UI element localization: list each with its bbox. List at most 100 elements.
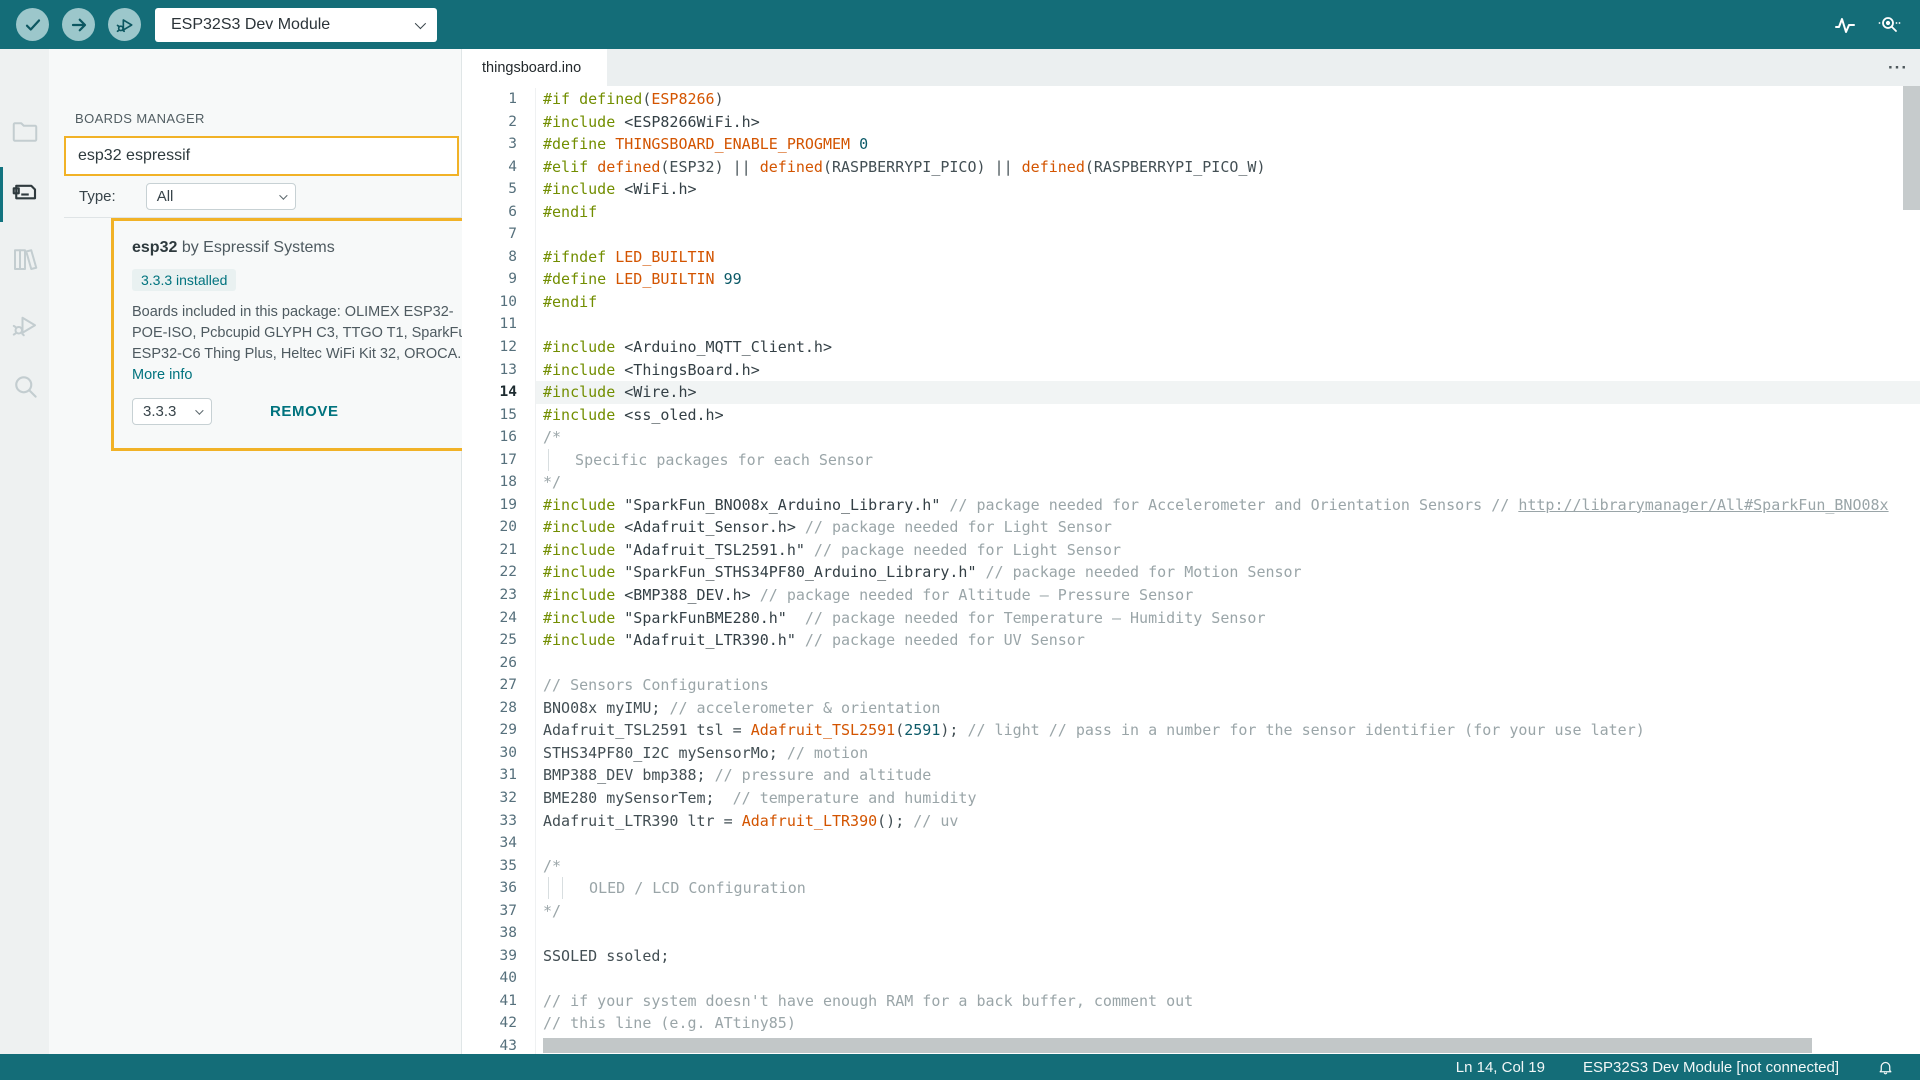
code-line[interactable]: 15 #include <ss_oled.h> xyxy=(462,403,1920,427)
type-filter-dropdown[interactable]: All xyxy=(145,183,296,210)
horizontal-scrollbar-thumb[interactable] xyxy=(543,1038,1812,1053)
code-line[interactable]: 18 */ xyxy=(462,471,1920,494)
code-line-text: #include "Adafruit_LTR390.h" // package … xyxy=(535,629,1920,652)
vertical-scrollbar-thumb[interactable] xyxy=(1903,86,1920,210)
code-line[interactable]: 36 OLED / LCD Configuration xyxy=(462,877,1920,900)
code-line[interactable]: 3 #define THINGSBOARD_ENABLE_PROGMEM 0 xyxy=(462,133,1920,156)
search-icon xyxy=(14,376,37,398)
tab-more-actions-button[interactable]: ··· xyxy=(1888,49,1908,86)
line-number: 17 xyxy=(499,451,517,468)
code-line[interactable]: 24 #include "SparkFunBME280.h" // package… xyxy=(462,606,1920,630)
code-line[interactable]: 1 #if defined(ESP8266) xyxy=(462,88,1920,111)
code-line[interactable]: 17 Specific packages for each Sensor xyxy=(462,448,1920,472)
serial-plotter-button[interactable] xyxy=(1832,12,1858,38)
code-line[interactable]: 26 xyxy=(462,651,1920,675)
code-line-text: #include <ss_oled.h> xyxy=(535,403,1920,427)
code-line-text: #include <Arduino_MQTT_Client.h> xyxy=(535,336,1920,359)
code-line[interactable]: 25 #include "Adafruit_LTR390.h" // packag… xyxy=(462,629,1920,652)
cursor-position[interactable]: Ln 14, Col 19 xyxy=(1456,1059,1545,1076)
line-number: 9 xyxy=(508,271,517,288)
line-number: 37 xyxy=(499,902,517,919)
board-package-card: esp32 by Espressif Systems 3.3.3 install… xyxy=(111,218,508,451)
code-line[interactable]: 28 BNO08x myIMU; // accelerometer & orien… xyxy=(462,696,1920,720)
code-line[interactable]: 10 #endif xyxy=(462,290,1920,314)
code-line[interactable]: 5 #include <WiFi.h> xyxy=(462,178,1920,201)
line-number: 26 xyxy=(499,654,517,671)
code-line[interactable]: 37 */ xyxy=(462,899,1920,923)
code-line[interactable]: 19 #include "SparkFun_BNO08x_Arduino_Libr… xyxy=(462,493,1920,517)
sidebar-item-boards-manager[interactable] xyxy=(0,177,49,207)
code-line[interactable]: 23 #include <BMP388_DEV.h> // package nee… xyxy=(462,584,1920,607)
code-line-text: #include <BMP388_DEV.h> // package neede… xyxy=(535,584,1920,607)
code-line-text: BME280 mySensorTem; // temperature and h… xyxy=(535,786,1920,810)
line-number: 29 xyxy=(499,722,517,739)
verify-button[interactable] xyxy=(16,8,49,41)
library-manager-link[interactable]: http://librarymanager/All#SparkFun_BNO08… xyxy=(1518,496,1888,514)
code-line[interactable]: 29 Adafruit_TSL2591 tsl = Adafruit_TSL259… xyxy=(462,719,1920,742)
code-line[interactable]: 27 // Sensors Configurations xyxy=(462,674,1920,697)
code-line[interactable]: 39 SSOLED ssoled; xyxy=(462,944,1920,968)
code-line[interactable]: 14 #include <Wire.h> xyxy=(462,381,1920,404)
code-line-text: #elif defined(ESP32) || defined(RASPBERR… xyxy=(535,155,1920,179)
code-line[interactable]: 20 #include <Adafruit_Sensor.h> // packag… xyxy=(462,516,1920,539)
code-line-text xyxy=(535,313,1920,337)
code-line[interactable]: 8 #ifndef LED_BUILTIN xyxy=(462,245,1920,269)
code-line-text: BMP388_DEV bmp388; // pressure and altit… xyxy=(535,764,1920,787)
line-number: 11 xyxy=(499,316,517,333)
code-line[interactable]: 40 xyxy=(462,967,1920,990)
code-line[interactable]: 22 #include "SparkFun_STHS34PF80_Arduino_… xyxy=(462,561,1920,585)
sidebar-item-sketchbook[interactable] xyxy=(0,117,49,147)
code-line[interactable]: 31 BMP388_DEV bmp388; // pressure and alt… xyxy=(462,764,1920,787)
boards-chip-icon xyxy=(12,184,36,200)
debug-button[interactable] xyxy=(108,8,141,41)
code-line[interactable]: 34 xyxy=(462,832,1920,855)
code-line[interactable]: 6 #endif xyxy=(462,200,1920,224)
serial-monitor-button[interactable] xyxy=(1876,12,1902,38)
code-line[interactable]: 7 xyxy=(462,223,1920,246)
line-number: 35 xyxy=(499,857,517,874)
code-line-text: Adafruit_TSL2591 tsl = Adafruit_TSL2591(… xyxy=(535,719,1920,742)
code-line[interactable]: 11 xyxy=(462,313,1920,337)
installed-badge: 3.3.3 installed xyxy=(132,269,237,291)
sidebar-item-debug[interactable] xyxy=(0,309,49,339)
code-line[interactable]: 33 Adafruit_LTR390 ltr = Adafruit_LTR390(… xyxy=(462,809,1920,833)
code-line[interactable]: 4 #elif defined(ESP32) || defined(RASPBER… xyxy=(462,155,1920,179)
code-line[interactable]: 30 STHS34PF80_I2C mySensorMo; // motion xyxy=(462,741,1920,765)
board-connection-status[interactable]: ESP32S3 Dev Module [not connected] xyxy=(1583,1059,1839,1076)
line-number: 2 xyxy=(508,113,517,130)
code-line[interactable]: 32 BME280 mySensorTem; // temperature and… xyxy=(462,786,1920,810)
upload-button[interactable] xyxy=(62,8,95,41)
boards-search-input[interactable] xyxy=(66,147,457,165)
type-label: Type: xyxy=(79,188,116,205)
board-selector-dropdown[interactable]: ESP32S3 Dev Module xyxy=(155,7,437,42)
line-number: 32 xyxy=(499,789,517,806)
version-dropdown[interactable]: 3.3.3 xyxy=(132,398,212,425)
code-line[interactable]: 35 /* xyxy=(462,854,1920,878)
code-line[interactable]: 9 #define LED_BUILTIN 99 xyxy=(462,268,1920,291)
activity-bar xyxy=(0,49,49,1080)
board-selector-label: ESP32S3 Dev Module xyxy=(171,15,331,33)
code-line[interactable]: 13 #include <ThingsBoard.h> xyxy=(462,358,1920,382)
line-number: 41 xyxy=(499,992,517,1009)
notifications-button[interactable] xyxy=(1877,1059,1894,1076)
line-number: 15 xyxy=(499,406,517,423)
line-number: 42 xyxy=(499,1015,517,1032)
sidebar-item-search[interactable] xyxy=(0,371,49,401)
code-line[interactable]: 38 xyxy=(462,922,1920,945)
code-line[interactable]: 41 // if your system doesn't have enough … xyxy=(462,989,1920,1013)
code-line-text: #define LED_BUILTIN 99 xyxy=(535,268,1920,291)
code-line[interactable]: 16 /* xyxy=(462,426,1920,449)
tab-thingsboard-ino[interactable]: thingsboard.ino xyxy=(462,49,607,86)
remove-button[interactable]: REMOVE xyxy=(270,403,339,420)
code-area[interactable]: 1 #if defined(ESP8266) 2 #include <ESP8266W… xyxy=(462,86,1920,1054)
code-line[interactable]: 21 #include "Adafruit_TSL2591.h" // packa… xyxy=(462,538,1920,562)
code-line-text xyxy=(535,832,1920,855)
more-info-link[interactable]: More info xyxy=(132,367,192,383)
code-line[interactable]: 12 #include <Arduino_MQTT_Client.h> xyxy=(462,336,1920,359)
card-actions: 3.3.3 REMOVE xyxy=(132,398,487,425)
line-number: 8 xyxy=(508,248,517,265)
line-number: 27 xyxy=(499,677,517,694)
code-line[interactable]: 42 // this line (e.g. ATtiny85) xyxy=(462,1012,1920,1035)
sidebar-item-library-manager[interactable] xyxy=(0,244,49,274)
code-line[interactable]: 2 #include <ESP8266WiFi.h> xyxy=(462,110,1920,134)
